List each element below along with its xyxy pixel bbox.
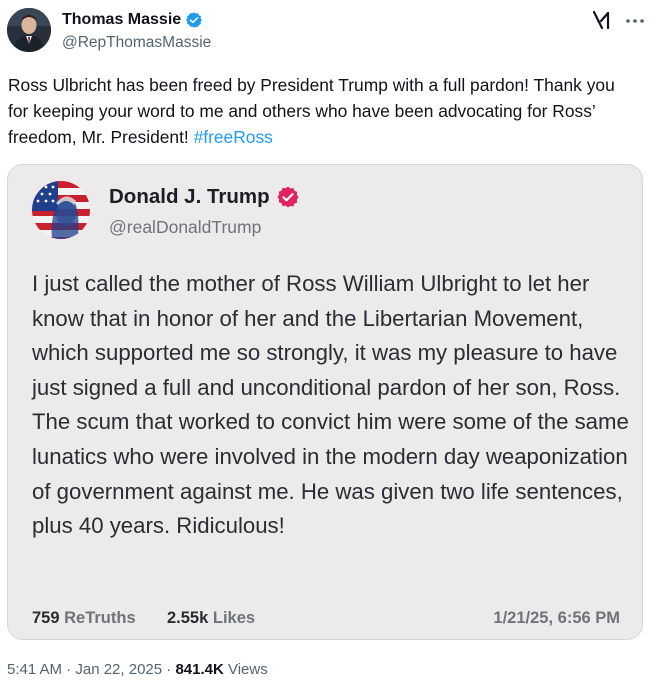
author-handle[interactable]: @RepThomasMassie <box>62 33 211 53</box>
likes-label: Likes <box>212 609 256 627</box>
tweet: Thomas Massie @RepThomasMassie Ross Ulbr… <box>0 0 652 687</box>
quoted-author-avatar <box>32 181 90 239</box>
quoted-author-avatar-image <box>32 181 90 239</box>
likes-stat: 2.55k Likes <box>167 609 255 628</box>
quoted-author-name: Donald J. Trump <box>109 185 300 209</box>
quoted-post-card[interactable]: Donald J. Trump @realDonaldTrump I just … <box>7 164 643 640</box>
verified-badge-icon <box>277 186 299 208</box>
author-name-text: Thomas Massie <box>62 11 182 28</box>
quoted-author-handle: @realDonaldTrump <box>109 217 262 237</box>
retruths-label: ReTruths <box>64 609 136 627</box>
quoted-post-date: 1/21/25, 6:56 PM <box>493 609 620 627</box>
likes-count: 2.55k <box>167 609 209 627</box>
verified-badge-icon <box>186 12 203 28</box>
author-avatar-image <box>7 8 51 52</box>
quoted-author-name-text: Donald J. Trump <box>109 185 270 208</box>
tweet-text-body: Ross Ulbricht has been freed by Presiden… <box>8 75 615 147</box>
tweet-text: Ross Ulbricht has been freed by Presiden… <box>8 72 628 150</box>
views-label: Views <box>223 661 268 678</box>
quoted-post-text: I just called the mother of Ross William… <box>32 271 629 539</box>
tweet-meta: 5:41 AM · Jan 22, 2025 · 841.4K Views <box>7 661 268 678</box>
author-avatar[interactable] <box>7 8 51 52</box>
tweet-timestamp[interactable]: 5:41 AM · Jan 22, 2025 · <box>7 661 175 678</box>
hashtag-link[interactable]: #freeRoss <box>194 127 273 147</box>
more-icon[interactable] <box>624 8 646 32</box>
views-count: 841.4K <box>175 661 224 678</box>
author-name[interactable]: Thomas Massie <box>62 10 203 30</box>
retruths-stat: 759 ReTruths <box>32 609 136 628</box>
grok-icon[interactable] <box>589 8 615 32</box>
retruths-count: 759 <box>32 609 60 627</box>
